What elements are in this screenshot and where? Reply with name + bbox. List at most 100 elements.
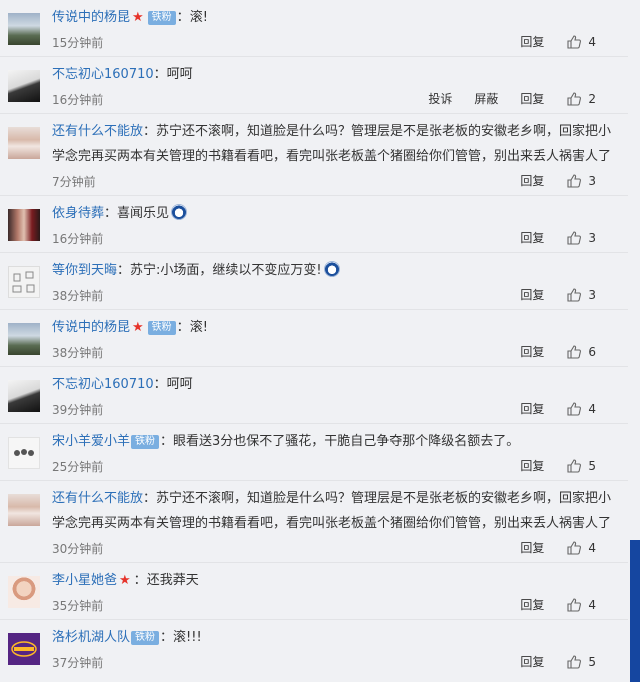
- timestamp: 25分钟前: [52, 460, 104, 474]
- comment-text: 苏宁:小场面，继续以不变应万变!: [130, 263, 322, 278]
- star-icon: ★: [132, 320, 144, 335]
- sketch-icon: [12, 271, 35, 293]
- comment-item: 洛杉机湖人队 铁粉 ：滚!!! 37分钟前 回复 5: [0, 620, 628, 677]
- username[interactable]: 还有什么不能放: [52, 124, 143, 139]
- fan-badge: 铁粉: [147, 321, 176, 335]
- like-count: 4: [588, 597, 596, 612]
- like-button[interactable]: 5: [566, 654, 596, 670]
- username[interactable]: 还有什么不能放: [52, 491, 143, 506]
- comment-text: 还我莽天: [146, 573, 199, 588]
- thumbs-up-icon: [567, 230, 582, 245]
- side-banner-edge: [630, 540, 640, 682]
- username[interactable]: 洛杉机湖人队: [52, 630, 130, 645]
- comment-item: 等你到天晦：苏宁:小场面，继续以不变应万变! 38分钟前 回复 3: [0, 253, 628, 310]
- thumbs-up-icon: [567, 597, 582, 612]
- like-button[interactable]: 6: [566, 344, 596, 360]
- avatar[interactable]: [8, 266, 40, 298]
- fan-badge: 铁粉: [131, 631, 160, 645]
- reply-button[interactable]: 回复: [520, 286, 544, 303]
- username[interactable]: 依身待葬: [52, 206, 104, 221]
- reply-button[interactable]: 回复: [520, 596, 544, 613]
- username[interactable]: 不忘初心160710: [52, 67, 154, 82]
- username[interactable]: 李小星她爸: [52, 573, 117, 588]
- like-button[interactable]: 4: [566, 597, 596, 613]
- avatar[interactable]: [8, 127, 40, 159]
- timestamp: 15分钟前: [52, 36, 104, 50]
- avatar[interactable]: [8, 437, 40, 469]
- comment-item: 传说中的杨昆 ★ 铁粉 ：滚! 38分钟前 回复 6: [0, 310, 628, 367]
- timestamp: 39分钟前: [52, 403, 104, 417]
- timestamp: 7分钟前: [52, 175, 96, 189]
- timestamp: 38分钟前: [52, 346, 104, 360]
- timestamp: 16分钟前: [52, 232, 104, 246]
- avatar[interactable]: [8, 494, 40, 526]
- comment-text: 喜闻乐见: [117, 206, 170, 221]
- comment-text: 呵呵: [166, 67, 193, 82]
- comment-item: 传说中的杨昆 ★ 铁粉 ：滚! 15分钟前 回复 4: [0, 0, 628, 57]
- like-button[interactable]: 4: [566, 401, 596, 417]
- comment-item: 还有什么不能放：苏宁还不滚啊，知道脸是什么吗？管理层是不是张老板的安徽老乡啊，回…: [0, 481, 628, 563]
- username[interactable]: 等你到天晦: [52, 263, 117, 278]
- avatar[interactable]: [8, 380, 40, 412]
- like-count: 4: [588, 401, 596, 416]
- avatar[interactable]: [8, 323, 40, 355]
- timestamp: 16分钟前: [52, 93, 104, 107]
- block-button[interactable]: 屏蔽: [474, 90, 498, 107]
- reply-button[interactable]: 回复: [520, 33, 544, 50]
- like-button[interactable]: 3: [566, 287, 596, 303]
- report-button[interactable]: 投诉: [428, 90, 452, 107]
- like-count: 3: [588, 287, 596, 302]
- avatar[interactable]: [8, 13, 40, 45]
- comment-text: 滚!!!: [173, 630, 202, 645]
- comment-item: 宋小羊爱小羊 铁粉 ：眼看送3分也保不了骚花，干脆自己争夺那个降级名额去了。 25分…: [0, 424, 628, 481]
- like-count: 3: [588, 230, 596, 245]
- like-button[interactable]: 5: [566, 458, 596, 474]
- comment-text: 滚!: [189, 10, 208, 25]
- thumbs-up-icon: [567, 91, 582, 106]
- reply-button[interactable]: 回复: [520, 172, 544, 189]
- avatar[interactable]: [8, 576, 40, 608]
- reply-button[interactable]: 回复: [520, 457, 544, 474]
- thumbs-up-icon: [567, 654, 582, 669]
- username[interactable]: 传说中的杨昆: [52, 10, 130, 25]
- avatar[interactable]: [8, 633, 40, 665]
- thumbs-up-icon: [567, 401, 582, 416]
- reply-button[interactable]: 回复: [520, 90, 544, 107]
- username[interactable]: 传说中的杨昆: [52, 320, 130, 335]
- lakers-logo-icon: [11, 641, 37, 657]
- comment-item: 不忘初心160710：呵呵 39分钟前 回复 4: [0, 367, 628, 424]
- reply-button[interactable]: 回复: [520, 539, 544, 556]
- sheep-icon: [14, 449, 34, 456]
- thumbs-up-icon: [567, 34, 582, 49]
- comment-text: 眼看送3分也保不了骚花，干脆自己争夺那个降级名额去了。: [173, 434, 520, 449]
- comment-text: 呵呵: [166, 377, 193, 392]
- reply-button[interactable]: 回复: [520, 343, 544, 360]
- like-button[interactable]: 3: [566, 230, 596, 246]
- like-count: 3: [588, 173, 596, 188]
- like-button[interactable]: 4: [566, 540, 596, 556]
- reply-button[interactable]: 回复: [520, 653, 544, 670]
- like-count: 2: [588, 91, 596, 106]
- emoji-icon: [171, 204, 188, 220]
- avatar[interactable]: [8, 209, 40, 241]
- timestamp: 37分钟前: [52, 656, 104, 670]
- fan-badge: 铁粉: [131, 435, 160, 449]
- like-button[interactable]: 4: [566, 34, 596, 50]
- emoji-icon: [323, 261, 340, 277]
- like-button[interactable]: 3: [566, 173, 596, 189]
- like-count: 4: [588, 540, 596, 555]
- timestamp: 38分钟前: [52, 289, 104, 303]
- timestamp: 30分钟前: [52, 542, 104, 556]
- reply-button[interactable]: 回复: [520, 400, 544, 417]
- comment-list: 传说中的杨昆 ★ 铁粉 ：滚! 15分钟前 回复 4 不忘初心160710：呵呵 16…: [0, 0, 628, 677]
- comment-item: 依身待葬：喜闻乐见 16分钟前 回复 3: [0, 196, 628, 253]
- reply-button[interactable]: 回复: [520, 229, 544, 246]
- timestamp: 35分钟前: [52, 599, 104, 613]
- like-count: 4: [588, 34, 596, 49]
- thumbs-up-icon: [567, 540, 582, 555]
- avatar[interactable]: [8, 70, 40, 102]
- username[interactable]: 不忘初心160710: [52, 377, 154, 392]
- like-button[interactable]: 2: [566, 91, 596, 107]
- comment-item: 不忘初心160710：呵呵 16分钟前 投诉 屏蔽 回复 2: [0, 57, 628, 114]
- username[interactable]: 宋小羊爱小羊: [52, 434, 130, 449]
